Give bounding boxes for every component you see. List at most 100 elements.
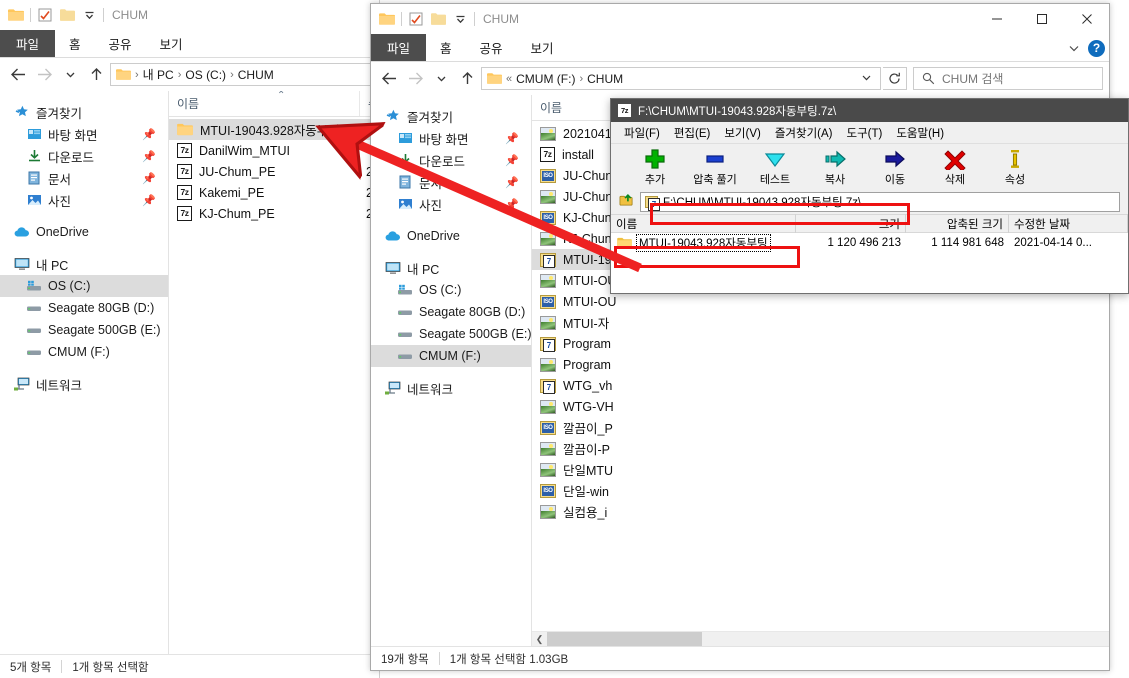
pin-icon[interactable]: 📌 [142, 150, 156, 163]
properties-button[interactable]: 속성 [985, 148, 1045, 187]
sidebar-item-pictures-1[interactable]: 사진 📌 [0, 189, 168, 211]
window1-nav-pane[interactable]: 즐겨찾기 바탕 화면 📌 다운로드 📌 문서 📌 사진 📌 OneDrive 내… [0, 91, 168, 654]
window1-file-pane[interactable]: 이름 수 ⌃ MTUI-19043.928자동부팅 2 7z DanilWi [169, 91, 379, 654]
sevenzip-menubar[interactable]: 파일(F) 편집(E) 보기(V) 즐겨찾기(A) 도구(T) 도움말(H) [611, 122, 1128, 143]
window2-navigation-bar[interactable]: « CMUM (F:) › CHUM CHUM 검색 [371, 62, 1109, 95]
pin-icon[interactable]: 📌 [142, 194, 156, 207]
breadcrumb-chum-2[interactable]: CHUM [587, 72, 623, 86]
file-row[interactable]: 깔끔이-P [532, 438, 1109, 459]
menu-file[interactable]: 파일(F) [617, 125, 667, 141]
sidebar-group-mypc-2[interactable]: 내 PC [371, 257, 531, 279]
address-chevron-down-icon[interactable] [857, 72, 876, 86]
sevenzip-column-headers[interactable]: 이름 크기 압축된 크기 수정한 날짜 [611, 214, 1128, 233]
qat-chevron-down-icon[interactable] [452, 11, 468, 27]
search-input[interactable]: CHUM 검색 [913, 67, 1103, 90]
quick-access-toolbar-2[interactable] [379, 11, 475, 27]
window2-titlebar[interactable]: CHUM [371, 4, 1109, 34]
sidebar-item-pictures-2[interactable]: 사진 📌 [371, 193, 531, 215]
file-row[interactable]: 실컴용_i [532, 501, 1109, 522]
tab-home-2[interactable]: 홈 [426, 34, 466, 61]
sidebar-item-seagate-500gb-1[interactable]: Seagate 500GB (E:) [0, 319, 168, 341]
up-icon[interactable] [455, 67, 479, 91]
sevenzip-address-row[interactable]: F:\CHUM\MTUI-19043.928자동부팅.7z\ [611, 190, 1128, 214]
breadcrumb-chum-1[interactable]: CHUM [238, 68, 274, 82]
back-icon[interactable] [6, 63, 30, 87]
close-icon[interactable] [1064, 4, 1109, 34]
tab-file-2[interactable]: 파일 [371, 34, 427, 61]
window1-file-list[interactable]: MTUI-19043.928자동부팅 2 7z DanilWim_MTUI 7z… [169, 117, 379, 654]
sidebar-item-seagate-500gb-2[interactable]: Seagate 500GB (E:) [371, 323, 531, 345]
sevenzip-path-field[interactable]: F:\CHUM\MTUI-19043.928자동부팅.7z\ [640, 192, 1120, 212]
delete-button[interactable]: 삭제 [925, 148, 985, 187]
menu-favorites[interactable]: 즐겨찾기(A) [768, 125, 840, 141]
explorer-window-1[interactable]: CHUM 파일 홈 공유 보기 › 내 PC › OS (C:) › CHUM … [0, 0, 380, 678]
breadcrumb-mypc-1[interactable]: 내 PC [143, 66, 174, 83]
copy-button[interactable]: 복사 [805, 148, 865, 187]
pin-icon[interactable]: 📌 [142, 172, 156, 185]
pin-icon[interactable]: 📌 [505, 176, 519, 189]
breadcrumb-osc-1[interactable]: OS (C:) [185, 68, 226, 82]
qat-chevron-down-icon[interactable] [81, 7, 97, 23]
sidebar-item-cmum-f-2[interactable]: CMUM (F:) [371, 345, 531, 367]
menu-view[interactable]: 보기(V) [717, 125, 768, 141]
sidebar-item-os-c-2[interactable]: OS (C:) [371, 279, 531, 301]
sevenzip-table-row[interactable]: MTUI-19043.928자동부팅 1 120 496 213 1 114 9… [611, 233, 1128, 252]
breadcrumb-cmum-2[interactable]: CMUM (F:) [516, 72, 575, 86]
chevron-left-icon[interactable]: ❮ [532, 634, 547, 645]
sevenzip-titlebar[interactable]: 7z F:\CHUM\MTUI-19043.928자동부팅.7z\ [611, 99, 1128, 122]
sidebar-item-onedrive-2[interactable]: OneDrive [371, 225, 531, 247]
sidebar-item-cmum-f-1[interactable]: CMUM (F:) [0, 341, 168, 363]
file-row-kj-chum-pe[interactable]: 7z KJ-Chum_PE 2 [169, 203, 379, 224]
new-folder-icon[interactable] [430, 11, 446, 27]
pin-icon[interactable]: 📌 [142, 128, 156, 141]
window2-caption-buttons[interactable] [974, 4, 1109, 34]
file-row[interactable]: 단일-win [532, 480, 1109, 501]
help-icon[interactable]: ? [1088, 39, 1105, 57]
sz-cell-name[interactable]: MTUI-19043.928자동부팅 [611, 233, 796, 252]
sevenzip-window[interactable]: 7z F:\CHUM\MTUI-19043.928자동부팅.7z\ 파일(F) … [610, 98, 1129, 294]
up-icon[interactable] [84, 63, 108, 87]
menu-tools[interactable]: 도구(T) [840, 125, 890, 141]
sidebar-item-desktop-1[interactable]: 바탕 화면 📌 [0, 123, 168, 145]
sevenzip-file-list[interactable]: MTUI-19043.928자동부팅 1 120 496 213 1 114 9… [611, 233, 1128, 293]
file-row-ju-chum-pe[interactable]: 7z JU-Chum_PE 2 [169, 161, 379, 182]
file-row[interactable]: 단일MTU [532, 459, 1109, 480]
tab-share-2[interactable]: 공유 [466, 34, 517, 61]
refresh-icon[interactable] [883, 67, 907, 90]
sidebar-item-downloads-2[interactable]: 다운로드 📌 [371, 149, 531, 171]
window2-ribbon-tabs[interactable]: 파일 홈 공유 보기 ? [371, 34, 1109, 62]
sz-column-name[interactable]: 이름 [611, 214, 796, 233]
pin-icon[interactable]: 📌 [505, 132, 519, 145]
scrollbar-thumb[interactable] [547, 631, 702, 646]
properties-icon[interactable] [37, 7, 53, 23]
quick-access-toolbar-1[interactable] [8, 7, 104, 23]
sz-column-size[interactable]: 크기 [796, 214, 906, 233]
maximize-icon[interactable] [1019, 4, 1064, 34]
sidebar-group-favorites-2[interactable]: 즐겨찾기 [371, 105, 531, 127]
file-row[interactable]: WTG-VH [532, 396, 1109, 417]
sz-column-packed-size[interactable]: 압축된 크기 [906, 214, 1009, 233]
file-row-mtui-folder[interactable]: MTUI-19043.928자동부팅 2 [169, 119, 379, 140]
sidebar-group-favorites-1[interactable]: 즐겨찾기 [0, 101, 168, 123]
sidebar-item-seagate-80gb-2[interactable]: Seagate 80GB (D:) [371, 301, 531, 323]
new-folder-icon[interactable] [59, 7, 75, 23]
window1-titlebar[interactable]: CHUM [0, 0, 379, 30]
forward-icon[interactable] [32, 63, 56, 87]
file-row[interactable]: MTUI-OU [532, 291, 1109, 312]
up-folder-icon[interactable] [619, 192, 634, 212]
tab-share-1[interactable]: 공유 [95, 30, 146, 57]
sidebar-item-network-2[interactable]: 네트워크 [371, 377, 531, 399]
ribbon-expand-chevron-icon[interactable] [1066, 40, 1082, 56]
properties-icon[interactable] [408, 11, 424, 27]
sz-column-modified[interactable]: 수정한 날짜 [1009, 214, 1128, 233]
tab-file-1[interactable]: 파일 [0, 30, 56, 57]
address-bar-2[interactable]: « CMUM (F:) › CHUM [481, 67, 881, 90]
file-row[interactable]: Program [532, 333, 1109, 354]
sidebar-item-onedrive-1[interactable]: OneDrive [0, 221, 168, 243]
address-overflow-icon[interactable]: « [505, 73, 513, 85]
test-button[interactable]: 테스트 [745, 148, 805, 187]
window1-navigation-bar[interactable]: › 내 PC › OS (C:) › CHUM [0, 58, 379, 91]
window1-ribbon-tabs[interactable]: 파일 홈 공유 보기 [0, 30, 379, 58]
back-icon[interactable] [377, 67, 401, 91]
pin-icon[interactable]: 📌 [505, 154, 519, 167]
